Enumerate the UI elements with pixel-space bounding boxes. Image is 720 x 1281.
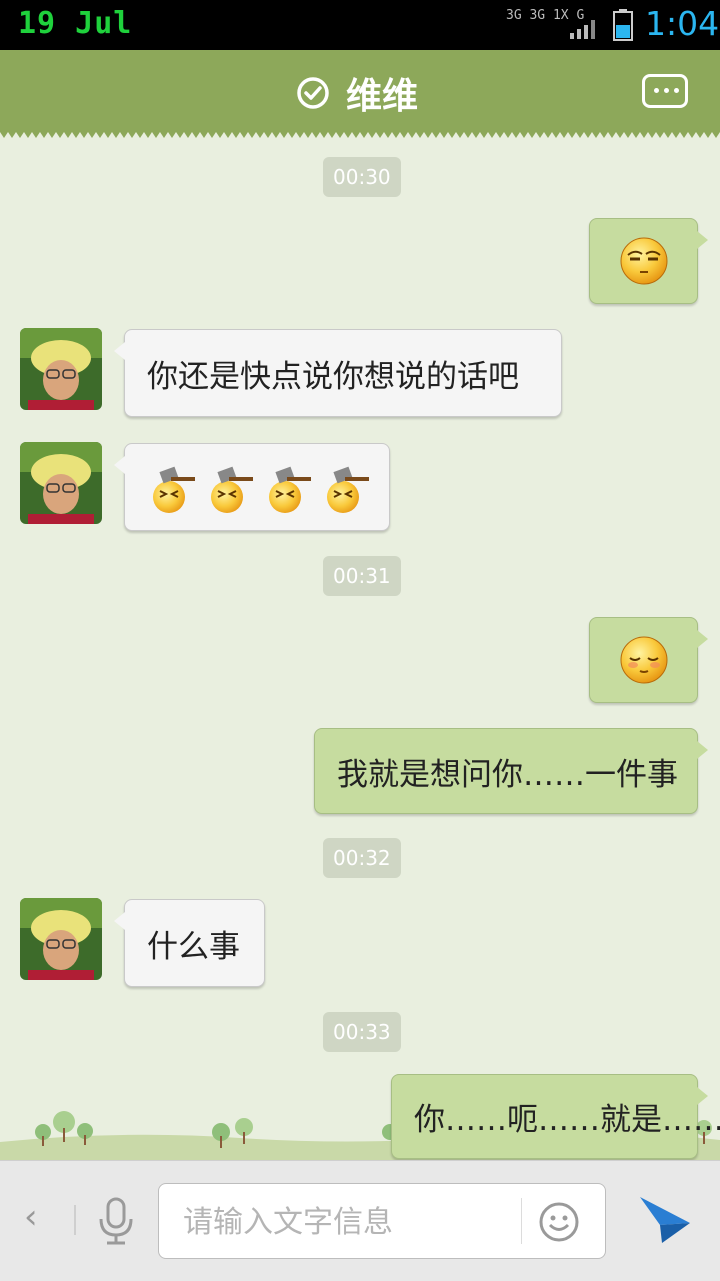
battery-icon (613, 9, 633, 41)
title-bar-zigzag-edge (0, 126, 720, 138)
time-separator: 00:31 (323, 556, 401, 596)
back-chevron-icon[interactable]: ‹ (24, 1197, 38, 1237)
signal-icon (570, 20, 595, 39)
avatar-photo (20, 328, 102, 410)
message-bubble-incoming[interactable]: 什么事 (114, 899, 265, 987)
message-bubble-outgoing[interactable]: 我就是想问你……一件事 (314, 728, 708, 814)
divider (74, 1205, 76, 1235)
message-text: 你……呃……就是…… (414, 1102, 720, 1138)
emoji-row (147, 461, 371, 513)
message-bubble-incoming[interactable]: 你还是快点说你想说的话吧 (114, 329, 562, 417)
chat-title: 维维 (346, 76, 419, 117)
time-separator: 00:33 (323, 1012, 401, 1052)
message-text: 我就是想问你……一件事 (337, 756, 678, 793)
status-date: 19 Jul (18, 6, 133, 41)
hammer-face-emoji (269, 466, 311, 513)
message-input[interactable] (181, 1198, 515, 1246)
status-time: 1:04 (645, 4, 720, 43)
message-bubble-incoming[interactable] (114, 443, 390, 531)
hammer-face-emoji (211, 466, 253, 513)
network-label: 1X (552, 8, 569, 23)
avatar-photo (20, 898, 102, 980)
check-circle-icon (297, 77, 329, 109)
message-text: 你还是快点说你想说的话吧 (147, 358, 519, 395)
message-input-field[interactable] (158, 1183, 606, 1259)
time-separator: 00:32 (323, 838, 401, 878)
avatar[interactable] (20, 898, 102, 980)
network-label: 3G (529, 8, 546, 23)
time-separator: 00:30 (323, 157, 401, 197)
more-menu-button[interactable] (642, 74, 688, 108)
message-bubble-outgoing[interactable]: 你……呃……就是…… (391, 1074, 720, 1159)
avatar[interactable] (20, 442, 102, 524)
message-bubble-outgoing[interactable] (589, 218, 708, 304)
title-group: 维维 (296, 70, 419, 117)
avatar[interactable] (20, 328, 102, 410)
send-arrow-icon[interactable] (636, 1191, 692, 1247)
shy-face-emoji (620, 636, 667, 684)
message-text: 什么事 (147, 928, 240, 965)
network-label: 3G (506, 8, 522, 23)
smiley-icon[interactable] (537, 1200, 581, 1244)
hammer-face-emoji (327, 466, 369, 513)
message-bubble-outgoing[interactable] (589, 617, 708, 703)
smug-face-emoji (620, 237, 667, 285)
input-bar: ‹ (0, 1160, 720, 1281)
chat-area[interactable]: 00:30 你还是快点说你想说的话吧 00:31 我就是想问你……一件事 00:… (0, 138, 720, 1160)
microphone-icon[interactable] (96, 1197, 136, 1245)
avatar-photo (20, 442, 102, 524)
divider (521, 1198, 522, 1244)
hammer-face-emoji (153, 466, 195, 513)
more-dots-icon (654, 88, 679, 93)
status-bar: 19 Jul 3G 3G 1X G 1:04 (0, 0, 720, 50)
